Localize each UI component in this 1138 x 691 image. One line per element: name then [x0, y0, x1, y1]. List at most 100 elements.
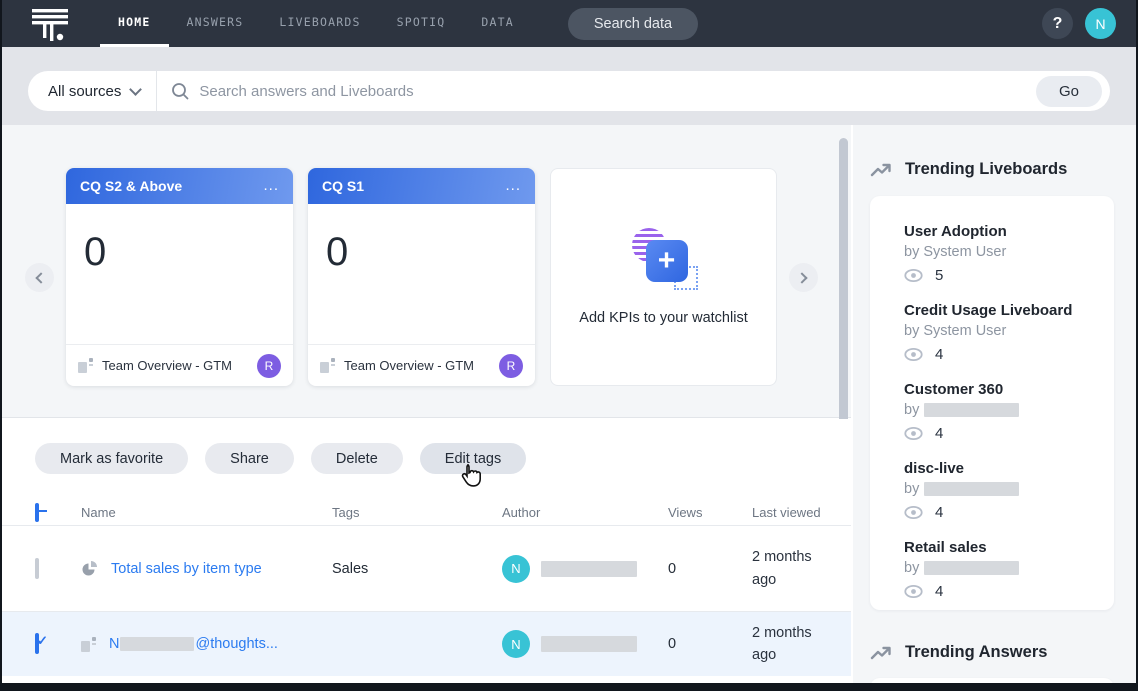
- navbar-right: ? N: [1042, 8, 1116, 39]
- redacted-author-name: [541, 636, 637, 652]
- column-header-name[interactable]: Name: [81, 505, 332, 520]
- carousel-prev-button[interactable]: [25, 263, 54, 292]
- help-button[interactable]: ?: [1042, 8, 1073, 39]
- view-count: 4: [935, 425, 943, 442]
- kpi-card-cq-s2[interactable]: CQ S2 & Above ... 0 Team Overview - GTM …: [66, 168, 293, 386]
- table-row-selected[interactable]: N@thoughts... N 0 2 months ago: [2, 612, 851, 676]
- kpi-source-liveboard: Team Overview - GTM: [102, 358, 248, 373]
- author-avatar: N: [502, 630, 530, 658]
- kpi-value: 0: [326, 230, 535, 275]
- source-selector[interactable]: All sources: [28, 83, 156, 100]
- view-count: 5: [935, 267, 943, 284]
- trending-liveboards-card: User Adoption by System User 5 Credit Us…: [870, 196, 1114, 610]
- search-section: All sources Go: [2, 47, 1136, 125]
- trending-item: Credit Usage Liveboard by System User 4: [904, 302, 1114, 363]
- tab-data[interactable]: DATA: [463, 0, 532, 47]
- kpi-card-cq-s1[interactable]: CQ S1 ... 0 Team Overview - GTM R: [308, 168, 535, 386]
- last-viewed-cell: 2 months ago: [752, 546, 824, 591]
- trending-item: User Adoption by System User 5: [904, 223, 1114, 284]
- more-menu-icon[interactable]: ...: [505, 181, 521, 191]
- author-avatar: N: [502, 555, 530, 583]
- author-cell: N: [502, 630, 668, 658]
- views-cell: 0: [668, 636, 752, 652]
- liveboard-icon: [320, 358, 335, 373]
- search-icon: [171, 82, 189, 100]
- more-menu-icon[interactable]: ...: [263, 181, 279, 191]
- kpi-card-header: CQ S1 ...: [308, 168, 535, 204]
- pie-chart-icon: [81, 560, 98, 577]
- select-all-checkbox[interactable]: [35, 503, 39, 522]
- trending-item-title[interactable]: disc-live: [904, 460, 1114, 477]
- liveboard-icon: [81, 637, 96, 652]
- trending-item-title[interactable]: Customer 360: [904, 381, 1114, 398]
- eye-icon: [904, 585, 923, 598]
- add-kpi-icon: +: [632, 228, 696, 292]
- add-kpi-card[interactable]: + Add KPIs to your watchlist: [550, 168, 777, 386]
- answer-link[interactable]: Total sales by item type: [111, 561, 262, 577]
- redacted-author-name: [924, 403, 1019, 417]
- kpi-card-footer: Team Overview - GTM R: [66, 344, 293, 386]
- tab-spotiq[interactable]: SPOTIQ: [379, 0, 464, 47]
- liveboard-icon: [78, 358, 93, 373]
- section-title: Trending Answers: [905, 643, 1047, 662]
- main-nav-tabs: HOME ANSWERS LIVEBOARDS SPOTIQ DATA: [100, 0, 532, 47]
- column-header-last-viewed[interactable]: Last viewed: [752, 505, 851, 520]
- trending-item-author: by System User: [904, 323, 1114, 339]
- author-avatar: R: [257, 354, 281, 378]
- content-list-section: Mark as favorite Share Delete Edit tags …: [2, 419, 851, 683]
- column-header-author[interactable]: Author: [502, 505, 668, 520]
- row-checkbox-checked[interactable]: [35, 633, 39, 654]
- author-avatar: R: [499, 354, 523, 378]
- add-kpi-label: Add KPIs to your watchlist: [579, 310, 747, 326]
- share-button[interactable]: Share: [205, 443, 294, 474]
- column-header-tags[interactable]: Tags: [332, 505, 502, 520]
- search-input[interactable]: [199, 83, 1036, 100]
- views-cell: 0: [668, 561, 752, 577]
- carousel-next-button[interactable]: [789, 263, 818, 292]
- delete-button[interactable]: Delete: [311, 443, 403, 474]
- trending-item: Customer 360 by 4: [904, 381, 1114, 442]
- view-count: 4: [935, 346, 943, 363]
- kpi-watchlist-section: CQ S2 & Above ... 0 Team Overview - GTM …: [2, 125, 851, 418]
- trending-up-icon: [870, 162, 892, 178]
- tab-answers[interactable]: ANSWERS: [169, 0, 262, 47]
- section-title: Trending Liveboards: [905, 160, 1067, 179]
- edit-tags-button[interactable]: Edit tags: [420, 443, 526, 474]
- divider: [156, 71, 157, 111]
- trending-item-title[interactable]: User Adoption: [904, 223, 1114, 240]
- column-header-views[interactable]: Views: [668, 505, 752, 520]
- search-data-button[interactable]: Search data: [568, 8, 698, 40]
- kpi-card-title: CQ S2 & Above: [80, 178, 263, 194]
- trending-sidebar: Trending Liveboards User Adoption by Sys…: [853, 125, 1136, 683]
- trending-up-icon: [870, 645, 892, 661]
- tab-home[interactable]: HOME: [100, 0, 169, 47]
- top-navbar: HOME ANSWERS LIVEBOARDS SPOTIQ DATA Sear…: [2, 0, 1136, 47]
- table-row[interactable]: Total sales by item type Sales N 0 2 mon…: [2, 526, 851, 611]
- eye-icon: [904, 269, 923, 282]
- mark-favorite-button[interactable]: Mark as favorite: [35, 443, 188, 474]
- redacted-author-name: [924, 482, 1019, 496]
- bulk-actions-toolbar: Mark as favorite Share Delete Edit tags: [35, 443, 526, 474]
- trending-item-author: by System User: [904, 244, 1114, 260]
- chevron-right-icon: [796, 272, 807, 283]
- search-bar: All sources Go: [28, 71, 1110, 111]
- trending-item-title[interactable]: Retail sales: [904, 539, 1114, 556]
- row-checkbox[interactable]: [35, 558, 39, 579]
- eye-icon: [904, 348, 923, 361]
- chevron-down-icon: [129, 83, 142, 96]
- tab-liveboards[interactable]: LIVEBOARDS: [261, 0, 378, 47]
- kpi-value: 0: [84, 230, 293, 275]
- trending-item-title[interactable]: Credit Usage Liveboard: [904, 302, 1114, 319]
- redacted-author-name: [541, 561, 637, 577]
- go-button[interactable]: Go: [1036, 76, 1102, 107]
- trending-answers-header: Trending Answers: [870, 643, 1047, 662]
- redacted-author-name: [924, 561, 1019, 575]
- thoughtspot-logo-icon[interactable]: [28, 6, 74, 42]
- kpi-source-liveboard: Team Overview - GTM: [344, 358, 490, 373]
- user-avatar[interactable]: N: [1085, 8, 1116, 39]
- kpi-card-footer: Team Overview - GTM R: [308, 344, 535, 386]
- liveboard-link[interactable]: N@thoughts...: [109, 636, 278, 652]
- kpi-card-header: CQ S2 & Above ...: [66, 168, 293, 204]
- view-count: 4: [935, 504, 943, 521]
- eye-icon: [904, 427, 923, 440]
